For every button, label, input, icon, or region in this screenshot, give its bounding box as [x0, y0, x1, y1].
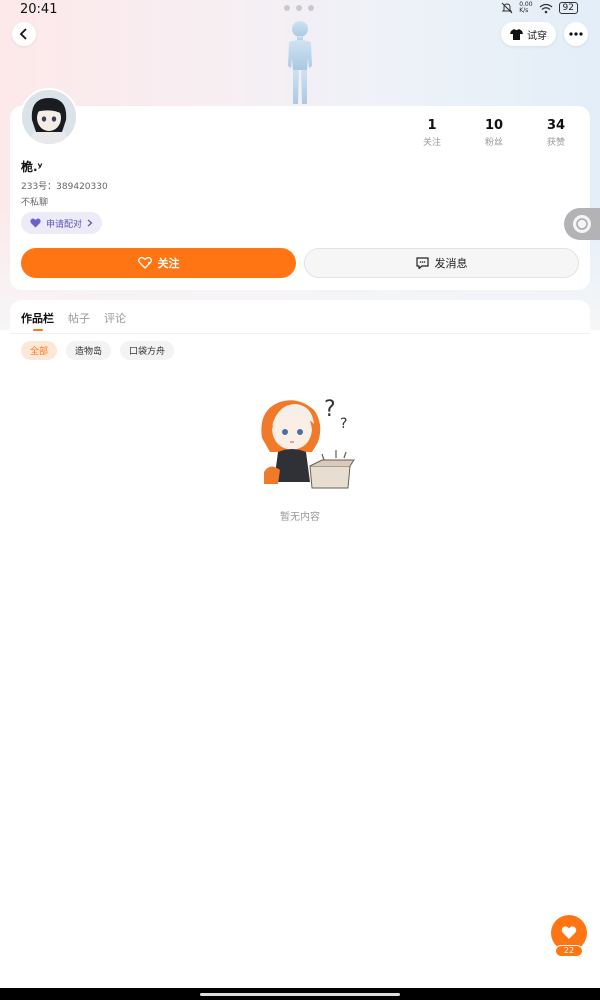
- profile-stats: 1 关注 10 粉丝 34 获赞: [416, 118, 572, 148]
- tab-divider: [10, 333, 590, 334]
- filter-chips: 全部 造物岛 口袋方舟: [21, 341, 175, 360]
- message-button[interactable]: 发消息: [304, 248, 579, 278]
- heart-icon: [561, 926, 577, 939]
- empty-state-text: 暂无内容: [280, 512, 320, 523]
- tab-works[interactable]: 作品栏: [21, 310, 54, 331]
- status-bar: 20:41 0.00 K/s 92: [0, 0, 600, 20]
- message-label: 发消息: [434, 257, 468, 270]
- floating-ball-button[interactable]: [564, 208, 600, 240]
- stat-value: 10: [484, 118, 504, 133]
- avatar-image: [22, 90, 76, 144]
- user-id: 233号：389420330: [21, 182, 108, 192]
- float-ball-icon: [573, 215, 591, 233]
- chevron-right-icon: [87, 219, 93, 227]
- chat-icon: [415, 257, 429, 269]
- try-on-label: 试穿: [527, 30, 547, 42]
- stat-following[interactable]: 1 关注: [416, 118, 448, 148]
- tab-comments[interactable]: 评论: [104, 310, 126, 326]
- svg-text:?: ?: [340, 416, 347, 432]
- apply-cp-button[interactable]: 申请配对: [21, 212, 103, 234]
- profile-tabs: 作品栏 帖子 评论: [21, 310, 126, 331]
- filter-island[interactable]: 造物岛: [66, 341, 112, 360]
- follow-button[interactable]: 关注: [21, 248, 296, 278]
- filter-ark[interactable]: 口袋方舟: [120, 341, 175, 360]
- stat-label: 关注: [422, 138, 441, 148]
- status-time: 20:41: [20, 2, 58, 17]
- heart-icon: [30, 218, 41, 228]
- home-indicator[interactable]: [200, 993, 400, 996]
- svg-text:?: ?: [324, 397, 336, 422]
- apply-cp-label: 申请配对: [46, 219, 83, 230]
- empty-state-illustration: ? ?: [261, 397, 355, 489]
- back-icon: [19, 28, 27, 40]
- stat-label: 获赞: [546, 138, 565, 148]
- stat-likes[interactable]: 34 获赞: [540, 118, 572, 148]
- filter-all[interactable]: 全部: [21, 341, 58, 360]
- more-icon: [569, 32, 583, 36]
- tab-indicator: [33, 329, 43, 331]
- avatar[interactable]: [20, 88, 78, 146]
- tshirt-icon: [510, 28, 523, 40]
- stat-value: 1: [427, 118, 437, 133]
- wifi-icon: [539, 3, 552, 13]
- username: 桅.ʸ: [21, 160, 43, 174]
- network-speed: 0.00 K/s: [519, 1, 533, 14]
- tab-label: 作品栏: [21, 312, 54, 325]
- tab-label: 帖子: [68, 312, 90, 325]
- battery-level: 92: [558, 2, 578, 14]
- avatar-figure-icon[interactable]: [276, 18, 324, 106]
- tab-label: 评论: [104, 312, 126, 325]
- more-button[interactable]: [564, 22, 588, 46]
- mute-icon: [501, 2, 513, 14]
- follow-label: 关注: [157, 257, 180, 270]
- stat-value: 34: [546, 118, 566, 133]
- try-on-button[interactable]: 试穿: [501, 22, 556, 46]
- status-icons: 0.00 K/s 92: [501, 2, 578, 14]
- window-dots: [284, 5, 314, 11]
- user-bio: 不私聊: [21, 198, 49, 208]
- like-count-badge: 22: [555, 945, 583, 957]
- stat-label: 粉丝: [484, 138, 503, 148]
- stat-followers[interactable]: 10 粉丝: [478, 118, 510, 148]
- heart-add-icon: [137, 257, 152, 269]
- back-button[interactable]: [12, 22, 36, 46]
- tab-posts[interactable]: 帖子: [68, 310, 90, 326]
